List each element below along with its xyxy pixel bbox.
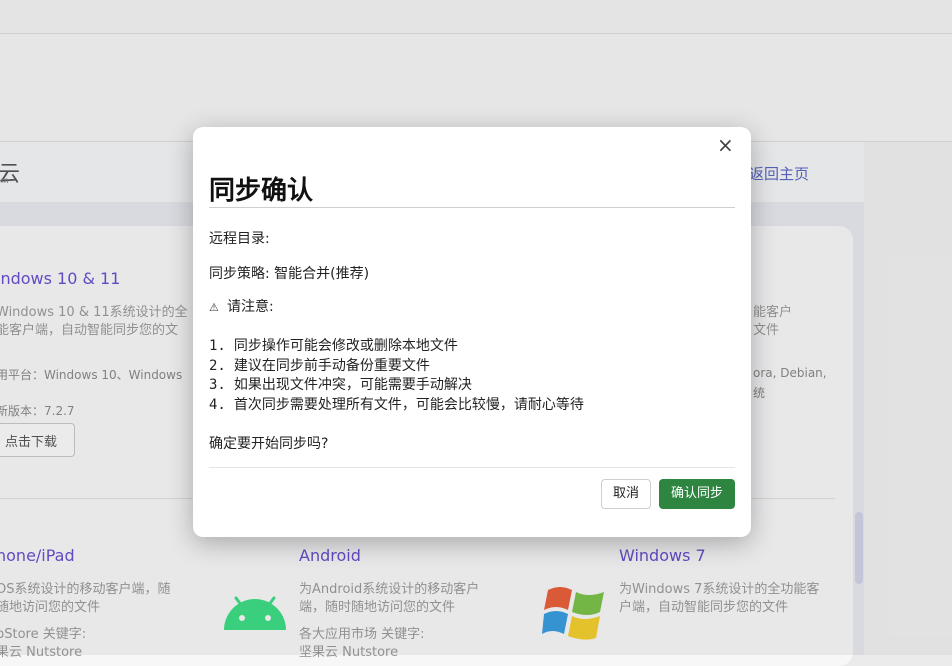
sync-strategy-text: 同步策略: 智能合并(推荐) bbox=[209, 266, 370, 282]
dialog-title: 同步确认 bbox=[209, 176, 314, 206]
note-number: 4. bbox=[209, 397, 226, 413]
title-divider bbox=[209, 207, 735, 208]
note-text: 如果出现文件冲突，可能需要手动解决 bbox=[233, 377, 472, 393]
warning-icon: ⚠ bbox=[209, 301, 219, 314]
note-text: 同步操作可能会修改或删除本地文件 bbox=[233, 338, 458, 354]
confirm-question: 确定要开始同步吗? bbox=[209, 436, 329, 452]
note-item-2: 2. 建议在同步前手动备份重要文件 bbox=[209, 355, 430, 375]
confirm-sync-button[interactable]: 确认同步 bbox=[659, 479, 735, 509]
remote-directory-label: 远程目录: bbox=[209, 231, 270, 247]
note-item-4: 4. 首次同步需要处理所有文件，可能会比较慢，请耐心等待 bbox=[209, 394, 584, 414]
close-icon[interactable]: × bbox=[717, 133, 734, 157]
note-item-1: 1. 同步操作可能会修改或删除本地文件 bbox=[209, 335, 458, 355]
footer-divider bbox=[209, 467, 735, 468]
cancel-button[interactable]: 取消 bbox=[601, 479, 651, 509]
sync-confirm-dialog: × 同步确认 远程目录: 同步策略: 智能合并(推荐) ⚠ 请注意: 1. 同步操… bbox=[193, 127, 751, 537]
note-text: 首次同步需要处理所有文件，可能会比较慢，请耐心等待 bbox=[233, 397, 584, 413]
note-item-3: 3. 如果出现文件冲突，可能需要手动解决 bbox=[209, 374, 472, 394]
note-number: 2. bbox=[209, 358, 226, 374]
note-number: 3. bbox=[209, 377, 226, 393]
warning-label: 请注意: bbox=[227, 299, 274, 315]
note-number: 1. bbox=[209, 338, 226, 354]
note-text: 建议在同步前手动备份重要文件 bbox=[233, 358, 430, 374]
